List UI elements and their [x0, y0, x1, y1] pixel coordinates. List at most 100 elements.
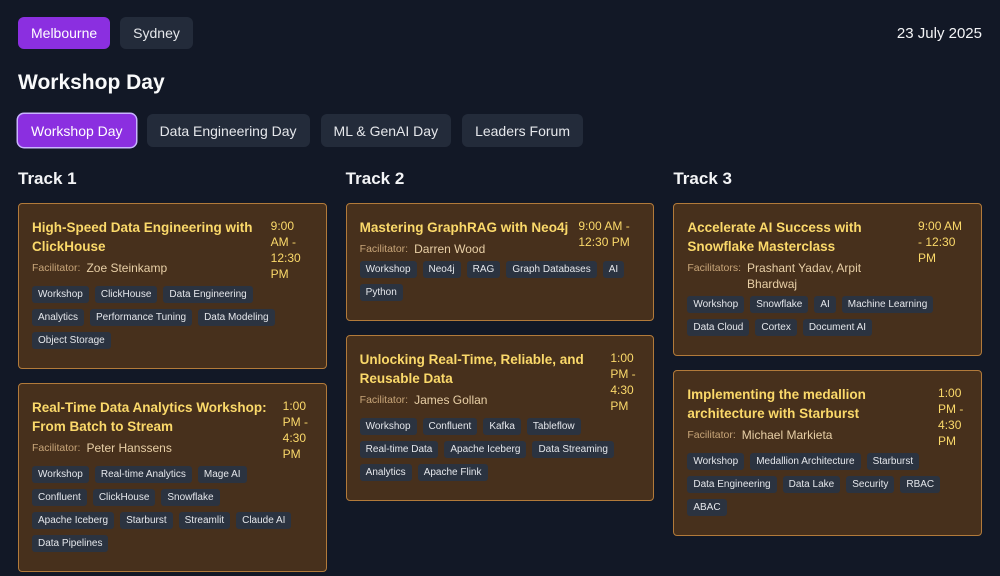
session-facilitator: Facilitator: Zoe Steinkamp [32, 260, 263, 276]
tag-chip: Kafka [483, 418, 521, 435]
session-card-header: Accelerate AI Success with Snowflake Mas… [687, 218, 968, 292]
session-card-header: High-Speed Data Engineering with ClickHo… [32, 218, 313, 282]
facilitator-label: Facilitator: [359, 243, 409, 255]
tag-chip: Data Engineering [687, 476, 777, 493]
session-card[interactable]: High-Speed Data Engineering with ClickHo… [18, 203, 327, 369]
tag-chip: Data Lake [782, 476, 841, 493]
tracks-grid: Track 1 High-Speed Data Engineering with … [18, 168, 983, 576]
session-card-main: Unlocking Real-Time, Reliable, and Reusa… [360, 350, 603, 414]
tag-chip: ClickHouse [92, 489, 156, 506]
track-column: Track 3 Accelerate AI Success with Snowfl… [673, 168, 983, 576]
session-title: Accelerate AI Success with Snowflake Mas… [687, 220, 862, 254]
track-column: Track 2 Mastering GraphRAG with Neo4j Faci… [345, 168, 655, 576]
session-card[interactable]: Real-Time Data Analytics Workshop: From … [18, 383, 327, 572]
tag-chip: ABAC [687, 499, 727, 516]
tag-chip: Data Engineering [163, 286, 253, 303]
session-time: 9:00 AM - 12:30 PM [578, 219, 630, 249]
session-time: 9:00 AM - 12:30 PM [918, 219, 963, 265]
page: Melbourne Sydney 23 July 2025 Workshop D… [0, 0, 1000, 576]
tag-chip: Starburst [120, 512, 173, 529]
session-tags: Workshop Medallion Architecture Starburst D… [687, 453, 968, 522]
tag-chip: Cortex [755, 319, 797, 336]
tag-chip: Snowflake [161, 489, 220, 506]
tag-chip: AI [814, 296, 836, 313]
tag-chip: Apache Iceberg [32, 512, 115, 529]
tag-chip: Workshop [359, 261, 417, 278]
tag-chip: Data Modeling [198, 309, 275, 326]
tag-chip: Document AI [802, 319, 873, 336]
tag-chip: Machine Learning [841, 296, 934, 313]
session-facilitator: Facilitator: Darren Wood [360, 241, 571, 257]
session-title: High-Speed Data Engineering with ClickHo… [32, 220, 253, 254]
session-title: Unlocking Real-Time, Reliable, and Reusa… [359, 352, 584, 386]
facilitator-label: Facilitators: [687, 262, 742, 274]
tag-chip: Apache Flink [417, 464, 488, 481]
tab-data-engineering-day[interactable]: Data Engineering Day [146, 114, 310, 147]
session-tags: Workshop Neo4j RAG Graph Databases AI Python [359, 261, 641, 307]
session-facilitator: Facilitator: Michael Markieta [687, 427, 930, 443]
tab-leaders-forum[interactable]: Leaders Forum [462, 114, 584, 147]
tag-chip: RBAC [900, 476, 941, 493]
tag-chip: Analytics [32, 309, 85, 326]
tab-ml-genai-day[interactable]: ML & GenAI Day [320, 114, 452, 147]
facilitator-name: James Gollan [414, 393, 488, 407]
session-title: Mastering GraphRAG with Neo4j [359, 220, 569, 235]
track-title: Track 1 [18, 169, 77, 188]
session-card-header: Real-Time Data Analytics Workshop: From … [32, 398, 313, 462]
session-tags: Workshop ClickHouse Data Engineering Analyt… [32, 286, 313, 355]
session-tags: Workshop Confluent Kafka Tableflow Real-time… [359, 418, 641, 487]
session-card-header: Mastering GraphRAG with Neo4j Facilitator… [360, 218, 641, 257]
session-card[interactable]: Mastering GraphRAG with Neo4j Facilitator… [345, 203, 655, 321]
track-column: Track 1 High-Speed Data Engineering with … [18, 168, 327, 576]
tag-chip: Graph Databases [506, 261, 597, 278]
page-title: Workshop Day [18, 71, 165, 94]
session-title: Real-Time Data Analytics Workshop: From … [32, 400, 267, 434]
session-card[interactable]: Implementing the medallion architecture … [673, 370, 983, 536]
session-card-main: Implementing the medallion architecture … [687, 385, 930, 449]
tag-chip: Performance Tuning [90, 309, 193, 326]
top-bar: Melbourne Sydney 23 July 2025 [18, 17, 982, 49]
session-tags: Workshop Real-time Analytics Mage AI Conflu… [32, 466, 313, 558]
facilitator-label: Facilitator: [359, 394, 409, 406]
event-date: 23 July 2025 [896, 24, 982, 42]
session-card[interactable]: Unlocking Real-Time, Reliable, and Reusa… [345, 335, 655, 501]
session-time: 1:00 PM - 4:30 PM [282, 399, 309, 461]
tag-chip: Snowflake [750, 296, 809, 313]
tag-chip: RAG [466, 261, 501, 278]
tag-chip: Claude AI [236, 512, 292, 529]
tag-chip: Streamlit [178, 512, 231, 529]
tag-chip: Data Cloud [687, 319, 750, 336]
tag-chip: Confluent [422, 418, 478, 435]
facilitator-name: Darren Wood [414, 242, 486, 256]
tag-chip: Object Storage [32, 332, 111, 349]
track-title: Track 2 [345, 169, 405, 188]
tag-chip: Data Pipelines [32, 535, 109, 552]
session-card-main: Real-Time Data Analytics Workshop: From … [32, 398, 275, 462]
tag-chip: Security [846, 476, 895, 493]
session-facilitator: Facilitator: James Gollan [360, 392, 603, 408]
facilitator-label: Facilitator: [32, 262, 81, 274]
tag-chip: Workshop [687, 296, 745, 313]
session-facilitator: Facilitator: Peter Hanssens [32, 440, 275, 456]
facilitator-label: Facilitator: [32, 442, 81, 454]
tag-chip: Python [359, 284, 403, 301]
city-button-sydney[interactable]: Sydney [120, 17, 193, 49]
session-card-main: High-Speed Data Engineering with ClickHo… [32, 218, 263, 282]
day-tabs: Workshop Day Data Engineering Day ML & G… [18, 114, 982, 148]
city-button-melbourne[interactable]: Melbourne [18, 17, 111, 49]
tag-chip: Mage AI [197, 466, 247, 483]
session-tags: Workshop Snowflake AI Machine Learning Data … [687, 296, 968, 342]
session-card[interactable]: Accelerate AI Success with Snowflake Mas… [673, 203, 983, 356]
tag-chip: AI [602, 261, 625, 278]
session-card-header: Unlocking Real-Time, Reliable, and Reusa… [360, 350, 641, 414]
tag-chip: Confluent [32, 489, 87, 506]
tag-chip: Apache Iceberg [444, 441, 527, 458]
tag-chip: Workshop [687, 453, 745, 470]
session-time: 1:00 PM - 4:30 PM [610, 351, 636, 413]
tag-chip: Starburst [866, 453, 920, 470]
tab-workshop-day[interactable]: Workshop Day [18, 114, 136, 147]
tag-chip: Data Streaming [532, 441, 614, 458]
session-card-main: Accelerate AI Success with Snowflake Mas… [687, 218, 910, 292]
tag-chip: Workshop [32, 466, 89, 483]
facilitator-name: Michael Markieta [741, 428, 833, 442]
